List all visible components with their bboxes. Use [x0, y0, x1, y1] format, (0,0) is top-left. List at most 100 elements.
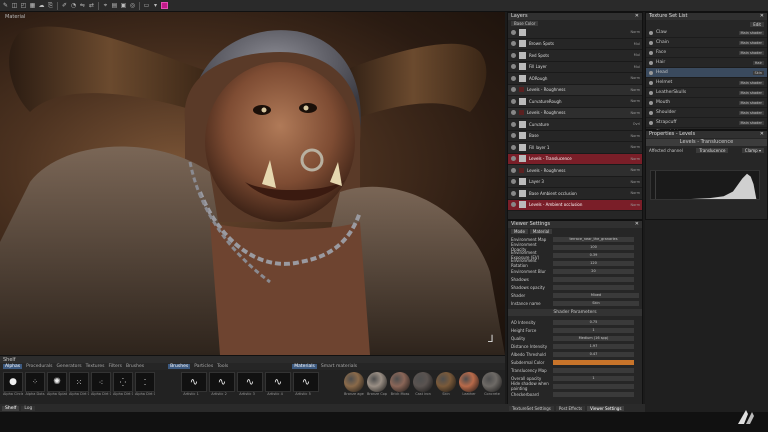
projection-icon[interactable]: ◰ [20, 2, 27, 9]
texture-set-row[interactable]: Shoulder Main shader [646, 108, 767, 118]
clone-icon[interactable]: ⎘ [47, 2, 54, 9]
shader-select[interactable]: Main shader [738, 120, 764, 125]
visibility-eye-icon[interactable] [649, 90, 653, 95]
tab-material[interactable]: Material [529, 229, 553, 234]
tab-viewer-settings[interactable]: Viewer Settings [587, 405, 625, 411]
visibility-eye-icon[interactable] [511, 179, 516, 185]
view-icon[interactable]: ▭ [143, 2, 150, 9]
setting-value[interactable]: 20 [553, 268, 634, 274]
visibility-eye-icon[interactable] [649, 80, 653, 85]
list-item[interactable]: ∿ Artistic 3 [237, 372, 263, 396]
layer-blend-mode[interactable]: Norm [626, 145, 642, 149]
tab-post-effects[interactable]: Post Effects [555, 405, 586, 411]
setting-value[interactable] [553, 383, 634, 389]
layer-row[interactable]: Base Norm [508, 131, 642, 142]
layer-blend-mode[interactable]: Norm [626, 111, 642, 115]
layer-blend-mode[interactable]: Norm [626, 191, 642, 195]
list-item[interactable]: Skin [436, 372, 456, 396]
texture-set-row[interactable]: Chain Main shader [646, 38, 767, 48]
channel-dropdown[interactable]: Base Color [511, 21, 539, 26]
material-picker-icon[interactable]: ◔ [70, 2, 77, 9]
texture-set-row[interactable]: Hair Hair [646, 58, 767, 68]
brush-tab-particles[interactable]: Particles [194, 364, 213, 369]
tab-textureset-settings[interactable]: TextureSet Settings [509, 405, 554, 411]
list-item[interactable]: Leather [459, 372, 479, 396]
visibility-eye-icon[interactable] [511, 98, 516, 104]
render-icon[interactable]: ◎ [129, 2, 136, 9]
visibility-eye-icon[interactable] [511, 156, 516, 162]
setting-value[interactable]: terrace_near_the_granaries [553, 236, 634, 242]
color-picker-icon[interactable]: ✐ [61, 2, 68, 9]
dropdown-icon[interactable]: ▾ [152, 2, 159, 9]
visibility-eye-icon[interactable] [649, 40, 653, 45]
texture-set-row[interactable]: Face Main shader [646, 48, 767, 58]
setting-value[interactable]: 0.39 [553, 252, 634, 258]
close-icon[interactable]: ✕ [760, 131, 764, 138]
list-item[interactable]: ● Alpha Circle [3, 372, 23, 396]
visibility-eye-icon[interactable] [649, 30, 653, 35]
texture-set-row[interactable]: Mouth Main shader [646, 98, 767, 108]
layer-blend-mode[interactable]: Ovrl [626, 122, 642, 126]
list-item[interactable]: Bronze Copper [367, 372, 387, 396]
edit-button[interactable]: Edit [750, 21, 764, 27]
shader-select[interactable]: Skin [752, 70, 764, 75]
visibility-eye-icon[interactable] [649, 120, 653, 125]
list-item[interactable]: ∿ Artistic 5 [293, 372, 319, 396]
material-tab-materials[interactable]: Materials [292, 364, 317, 369]
smudge-icon[interactable]: ☁ [38, 2, 45, 9]
setting-value[interactable]: 1 [553, 327, 634, 333]
list-item[interactable]: Bronze aged [344, 372, 364, 396]
list-item[interactable]: ⁛Alpha Dirt 03 [113, 372, 133, 396]
material-tab-smart[interactable]: Smart materials [321, 364, 357, 369]
list-item[interactable]: ⁘ Alpha Dots [25, 372, 45, 396]
layer-blend-mode[interactable]: Norm [626, 99, 642, 103]
visibility-eye-icon[interactable] [649, 110, 653, 115]
setting-value[interactable]: 0.47 [553, 351, 634, 357]
shelf-tab-procedurals[interactable]: Procedurals [26, 364, 52, 369]
visibility-eye-icon[interactable] [511, 64, 516, 70]
layer-blend-mode[interactable]: Mul [626, 42, 642, 46]
visibility-eye-icon[interactable] [649, 60, 653, 65]
layer-row[interactable]: Brown Spots Mul [508, 39, 642, 50]
list-item[interactable]: Cast iron [413, 372, 433, 396]
setting-value[interactable]: 1.97 [553, 343, 634, 349]
list-item[interactable]: Brick Moss [390, 372, 410, 396]
layer-row[interactable]: Levels - Roughness Norm [508, 84, 642, 96]
layer-row[interactable]: Curvature Ovrl [508, 119, 642, 131]
close-icon[interactable]: ✕ [760, 13, 764, 20]
material-mode-icon[interactable] [161, 2, 168, 9]
layer-row[interactable]: Layer 3 Norm [508, 177, 642, 188]
shelf-tab-textures[interactable]: Textures [86, 364, 105, 369]
list-item[interactable]: ∿ Artistic 2 [209, 372, 235, 396]
layer-blend-mode[interactable]: Norm [626, 180, 642, 184]
setting-value[interactable]: 1 [553, 375, 634, 381]
tab-mode[interactable]: Mode [511, 229, 528, 234]
texture-set-row[interactable]: Claw Main shader [646, 28, 767, 38]
close-icon[interactable]: ✕ [635, 221, 639, 228]
shelf-tab-alphas[interactable]: Alphas [3, 364, 23, 369]
shader-select[interactable]: Main shader [738, 40, 764, 45]
layer-row[interactable]: CurvatureRough Norm [508, 96, 642, 108]
shader-select[interactable]: Main shader [738, 100, 764, 105]
visibility-eye-icon[interactable] [511, 52, 516, 58]
shader-select[interactable]: Main shader [738, 80, 764, 85]
layer-blend-mode[interactable]: Norm [626, 76, 642, 80]
camera-icon[interactable]: ⌖ [102, 2, 109, 9]
list-item[interactable]: Concrete [482, 372, 502, 396]
layer-blend-mode[interactable]: Norm [626, 168, 642, 172]
shader-select[interactable]: Mixed [553, 292, 639, 298]
visibility-eye-icon[interactable] [511, 41, 516, 47]
tab-shelf[interactable]: Shelf [2, 405, 20, 411]
brush-tab-brushes[interactable]: Brushes [168, 364, 191, 369]
list-item[interactable]: ∿ Artistic 4 [265, 372, 291, 396]
shelf-tab-brushes[interactable]: Brushes [126, 364, 144, 369]
layer-blend-mode[interactable]: Norm [626, 134, 642, 138]
layer-blend-mode[interactable]: Norm [626, 203, 642, 207]
visibility-eye-icon[interactable] [511, 144, 516, 150]
visibility-eye-icon[interactable] [511, 121, 516, 127]
texture-set-row[interactable]: Head Skin [646, 68, 767, 78]
setting-value[interactable] [553, 391, 634, 397]
shelf-tab-generators[interactable]: Generators [56, 364, 81, 369]
layer-row[interactable]: Norm [508, 27, 642, 39]
texture-set-row[interactable]: Helmet Main shader [646, 78, 767, 88]
